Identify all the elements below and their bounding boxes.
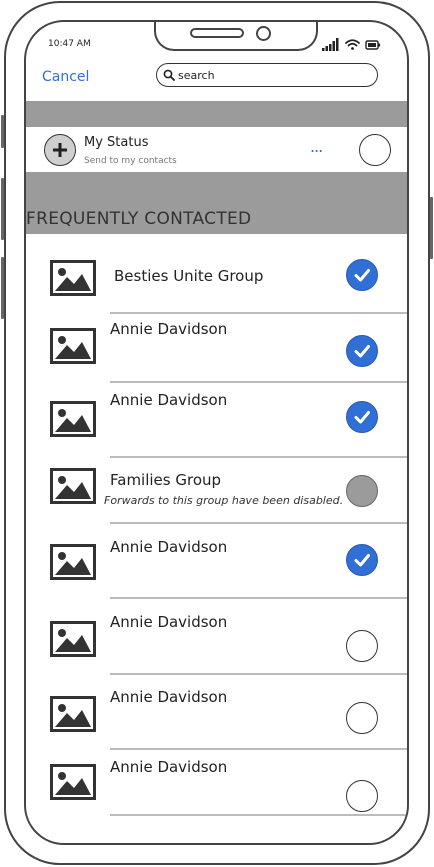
my-status-row[interactable]: My Status Send to my contacts ... bbox=[26, 127, 407, 172]
status-icons bbox=[322, 38, 381, 51]
contact-row[interactable]: Annie Davidson bbox=[26, 742, 407, 818]
phone-screen: 10:47 AM Cancel search My Status Send to… bbox=[24, 20, 409, 845]
contact-avatar bbox=[50, 468, 96, 504]
contact-name: Annie Davidson bbox=[110, 688, 228, 706]
status-time: 10:47 AM bbox=[48, 39, 91, 49]
selected-checkbox[interactable] bbox=[346, 335, 378, 367]
battery-icon bbox=[365, 40, 381, 50]
image-placeholder-icon bbox=[55, 476, 91, 499]
checkmark-icon bbox=[354, 411, 370, 424]
my-status-select-radio[interactable] bbox=[359, 134, 391, 166]
plus-icon bbox=[53, 143, 67, 157]
contact-row[interactable]: Annie Davidson bbox=[26, 310, 407, 386]
speaker-grille bbox=[190, 28, 244, 38]
more-options-button[interactable]: ... bbox=[310, 137, 323, 156]
contact-row[interactable]: Annie Davidson bbox=[26, 520, 407, 596]
contact-name: Families Group bbox=[110, 471, 222, 489]
front-camera bbox=[256, 26, 271, 41]
image-placeholder-icon bbox=[55, 336, 91, 359]
my-status-title: My Status bbox=[84, 135, 149, 150]
search-input[interactable] bbox=[178, 68, 358, 82]
contact-avatar bbox=[50, 764, 96, 800]
wifi-icon bbox=[345, 39, 360, 50]
volume-up-button bbox=[1, 178, 4, 240]
search-bar[interactable] bbox=[156, 63, 378, 87]
volume-down-button bbox=[1, 257, 4, 319]
search-icon bbox=[163, 69, 175, 81]
image-placeholder-icon bbox=[55, 409, 91, 432]
contact-row[interactable]: Besties Unite Group bbox=[26, 244, 407, 320]
image-placeholder-icon bbox=[55, 552, 91, 575]
select-checkbox[interactable] bbox=[346, 702, 378, 734]
silent-switch bbox=[1, 115, 4, 148]
contact-row[interactable]: Annie Davidson bbox=[26, 672, 407, 748]
signal-icon bbox=[322, 38, 339, 51]
contact-name: Annie Davidson bbox=[110, 538, 228, 556]
disabled-checkbox bbox=[346, 475, 378, 507]
image-placeholder-icon bbox=[55, 772, 91, 795]
contact-avatar bbox=[50, 544, 96, 580]
top-section-bar bbox=[26, 101, 407, 127]
contact-avatar bbox=[50, 401, 96, 437]
checkmark-icon bbox=[354, 554, 370, 567]
contact-name: Besties Unite Group bbox=[114, 267, 264, 285]
contact-avatar bbox=[50, 328, 96, 364]
contact-name: Annie Davidson bbox=[110, 320, 228, 338]
selected-checkbox[interactable] bbox=[346, 544, 378, 576]
contact-row[interactable]: Annie Davidson bbox=[26, 382, 407, 458]
section-title: FREQUENTLY CONTACTED bbox=[26, 209, 252, 229]
contact-avatar bbox=[50, 621, 96, 657]
contact-row[interactable]: Annie Davidson bbox=[26, 599, 407, 675]
checkmark-icon bbox=[354, 269, 370, 282]
contact-avatar bbox=[50, 260, 96, 296]
contact-subtitle: Forwards to this group have been disable… bbox=[104, 494, 344, 507]
contact-name: Annie Davidson bbox=[110, 613, 228, 631]
add-status-button[interactable] bbox=[44, 134, 76, 166]
contact-name: Annie Davidson bbox=[110, 391, 228, 409]
select-checkbox[interactable] bbox=[346, 630, 378, 662]
contact-name: Annie Davidson bbox=[110, 758, 228, 776]
selected-checkbox[interactable] bbox=[346, 401, 378, 433]
contact-row[interactable]: Families Group Forwards to this group hav… bbox=[26, 450, 407, 526]
my-status-subtitle: Send to my contacts bbox=[84, 156, 177, 166]
cancel-button[interactable]: Cancel bbox=[42, 69, 89, 85]
image-placeholder-icon bbox=[55, 704, 91, 727]
contact-avatar bbox=[50, 696, 96, 732]
checkmark-icon bbox=[354, 345, 370, 358]
image-placeholder-icon bbox=[55, 268, 91, 291]
row-divider bbox=[110, 814, 407, 816]
selected-checkbox[interactable] bbox=[346, 259, 378, 291]
image-placeholder-icon bbox=[55, 629, 91, 652]
select-checkbox[interactable] bbox=[346, 780, 378, 812]
power-button bbox=[430, 197, 433, 259]
